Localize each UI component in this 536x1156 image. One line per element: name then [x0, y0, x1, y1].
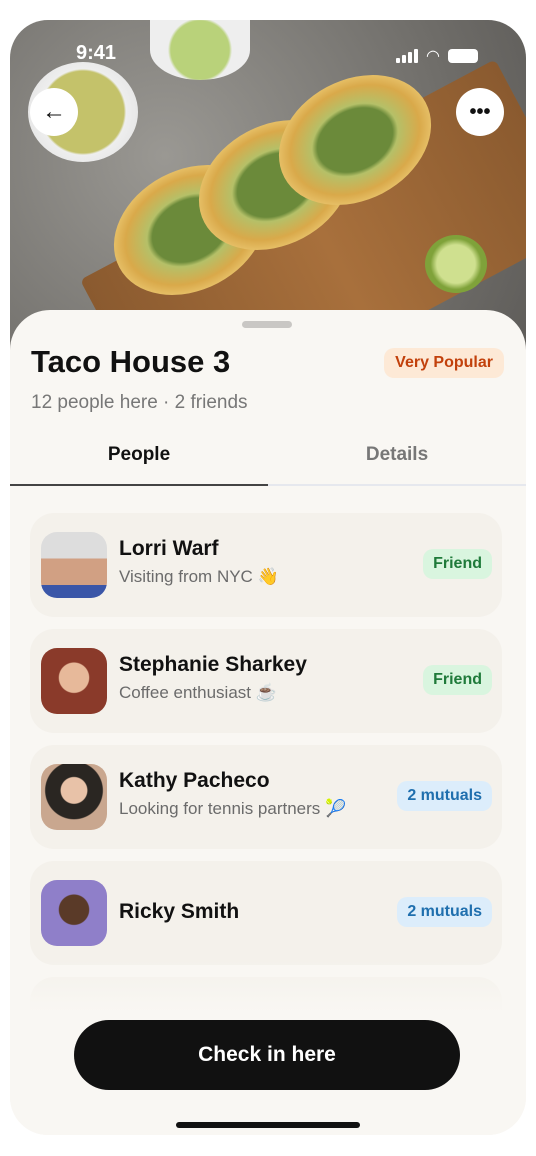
more-button[interactable]: •••	[456, 88, 504, 136]
person-card[interactable]: Stephanie Sharkey Coffee enthusiast ☕ Fr…	[30, 629, 502, 733]
tab-details[interactable]: Details	[268, 428, 526, 484]
tab-people[interactable]: People	[10, 428, 268, 486]
avatar	[41, 532, 107, 598]
venue-title: Taco House 3	[31, 344, 231, 379]
person-status: Coffee enthusiast ☕	[119, 683, 277, 702]
person-status: Looking for tennis partners 🎾	[119, 799, 347, 818]
venue-subtitle: 12 people here · 2 friends	[31, 392, 248, 413]
signal-icon	[396, 49, 419, 63]
status-time: 9:41	[76, 42, 117, 64]
battery-icon	[448, 49, 478, 63]
person-name: Kathy Pacheco	[119, 769, 270, 792]
friend-badge: Friend	[423, 549, 492, 579]
person-name: Ricky Smith	[119, 900, 240, 923]
friend-badge: Friend	[423, 665, 492, 695]
person-card[interactable]: Lorri Warf Visiting from NYC 👋 Friend	[30, 513, 502, 617]
wifi-icon: ◠	[426, 48, 440, 65]
mutuals-badge: 2 mutuals	[397, 897, 492, 927]
sheet-grabber[interactable]	[242, 321, 292, 328]
avatar	[41, 880, 107, 946]
arrow-left-icon: ←	[42, 98, 66, 125]
status-bar: 9:41 ◠	[10, 42, 526, 72]
tab-bar: People Details	[10, 428, 526, 486]
person-name: Lorri Warf	[119, 537, 219, 560]
back-button[interactable]: ←	[30, 88, 78, 136]
phone-screen: 9:41 ◠ ← ••• Taco House 3 Very Popular 1…	[10, 20, 526, 1135]
lime	[425, 235, 487, 293]
check-in-button[interactable]: Check in here	[74, 1020, 460, 1090]
avatar	[41, 648, 107, 714]
venue-sheet: Taco House 3 Very Popular 12 people here…	[10, 310, 526, 1135]
person-name: Stephanie Sharkey	[119, 653, 307, 676]
mutuals-badge: 2 mutuals	[397, 781, 492, 811]
avatar	[41, 764, 107, 830]
ellipsis-icon: •••	[469, 100, 491, 123]
popularity-badge: Very Popular	[384, 348, 504, 378]
person-card[interactable]: Kathy Pacheco Looking for tennis partner…	[30, 745, 502, 849]
person-status: Visiting from NYC 👋	[119, 567, 279, 586]
home-indicator[interactable]	[176, 1122, 360, 1128]
person-card[interactable]: Ricky Smith 2 mutuals	[30, 861, 502, 965]
